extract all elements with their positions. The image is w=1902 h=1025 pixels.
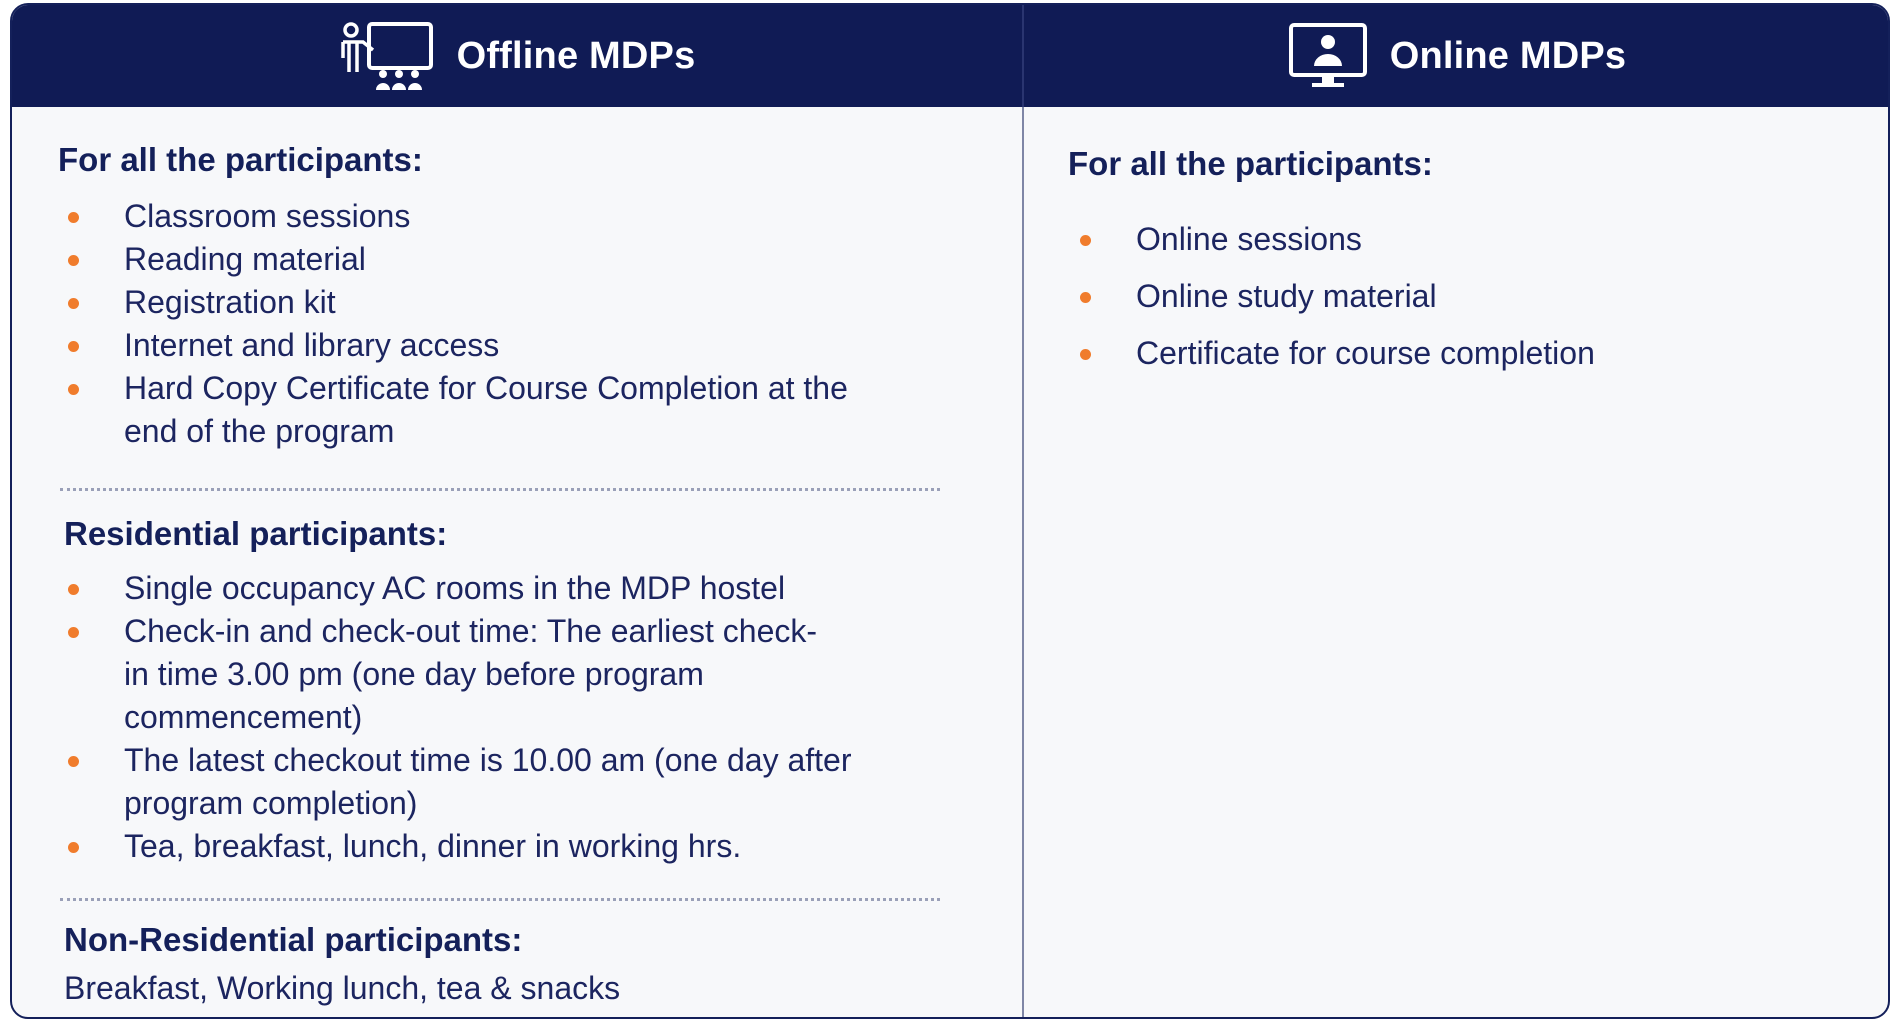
list-item: Registration kit xyxy=(68,281,948,324)
monitor-user-icon xyxy=(1288,23,1367,87)
column-divider xyxy=(1022,107,1024,1017)
online-all-title: For all the participants: xyxy=(1068,145,1433,182)
offline-all-title: For all the participants: xyxy=(58,141,423,178)
classroom-presenter-icon xyxy=(340,22,433,90)
bullet-dot xyxy=(68,627,79,638)
list-item: Tea, breakfast, lunch, dinner in working… xyxy=(68,825,908,868)
list-item: Internet and library access xyxy=(68,324,948,367)
bullet-dot xyxy=(68,212,79,223)
bullet-dot xyxy=(1080,235,1091,246)
section-divider xyxy=(60,488,940,491)
list-item: Classroom sessions xyxy=(68,195,948,238)
online-header: Online MDPs xyxy=(1024,5,1888,107)
residential-title: Residential participants: xyxy=(64,515,448,552)
bullet-dot xyxy=(68,756,79,767)
mdp-comparison-card: Offline MDPs Online MDPs For all the par… xyxy=(10,3,1890,1019)
online-all-list: Online sessions Online study material Ce… xyxy=(1080,211,1840,382)
list-item: Reading material xyxy=(68,238,948,281)
list-item: Single occupancy AC rooms in the MDP hos… xyxy=(68,567,908,610)
bullet-dot xyxy=(68,842,79,853)
bullet-dot xyxy=(68,298,79,309)
section-divider xyxy=(60,898,940,901)
list-item: Online sessions xyxy=(1080,211,1840,268)
list-item: Hard Copy Certificate for Course Complet… xyxy=(68,367,894,453)
offline-header: Offline MDPs xyxy=(12,5,1022,107)
offline-all-list: Classroom sessions Reading material Regi… xyxy=(68,195,948,453)
bullet-dot xyxy=(68,584,79,595)
list-item: Check-in and check-out time: The earlies… xyxy=(68,610,824,739)
bullet-dot xyxy=(68,341,79,352)
non-residential-title: Non-Residential participants: xyxy=(64,921,523,958)
list-item: The latest checkout time is 10.00 am (on… xyxy=(68,739,904,825)
bullet-dot xyxy=(68,255,79,266)
list-item: Online study material xyxy=(1080,268,1840,325)
residential-list: Single occupancy AC rooms in the MDP hos… xyxy=(68,567,908,868)
bullet-dot xyxy=(1080,349,1091,360)
non-residential-text: Breakfast, Working lunch, tea & snacks xyxy=(64,970,621,1006)
online-header-label: Online MDPs xyxy=(1389,34,1627,77)
bullet-dot xyxy=(1080,292,1091,303)
list-item: Certificate for course completion xyxy=(1080,325,1840,382)
offline-header-label: Offline MDPs xyxy=(456,34,696,77)
bullet-dot xyxy=(68,384,79,395)
